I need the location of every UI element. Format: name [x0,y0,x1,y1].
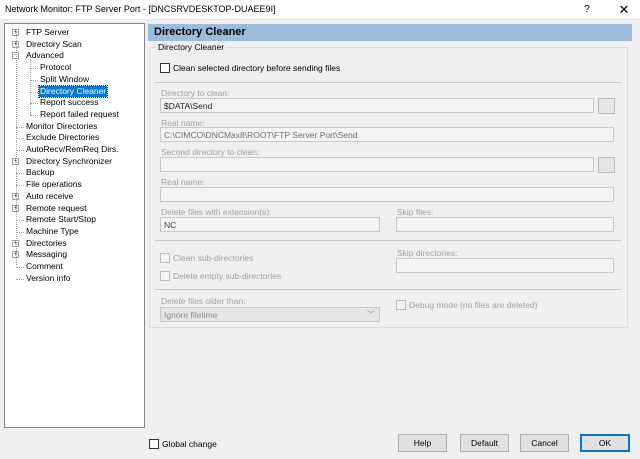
title-bar: Network Monitor: FTP Server Port - [DNCS… [0,0,640,20]
chevron-down-icon: ﹀ [367,310,375,319]
close-icon[interactable]: ✕ [610,1,638,19]
window-title: Network Monitor: FTP Server Port - [DNCS… [5,4,276,14]
skip-files-field[interactable] [396,217,614,232]
delete-older-select[interactable]: Ignore filetime ﹀ [160,307,380,322]
second-real-name-field [160,187,614,202]
skip-files-label: Skip files: [397,207,434,217]
tree-connector [16,267,24,268]
group-title: Directory Cleaner [156,42,227,52]
tree-item-backup[interactable]: Backup [25,167,55,178]
tree-item-directories[interactable]: Directories [25,238,68,249]
tree-item-auto-receive[interactable]: Auto receive [25,191,74,202]
delete-older-label: Delete files older than: [161,296,246,306]
global-change-label: Global change [162,439,217,449]
delete-older-value: Ignore filetime [164,310,218,320]
tree-connector [30,103,38,105]
clean-before-sending-label: Clean selected directory before sending … [173,63,341,73]
second-dir-field[interactable] [160,157,594,172]
tree-connector [16,126,24,128]
tree-connector [16,231,24,233]
skip-dirs-field[interactable] [396,258,614,273]
tree-connector [16,173,24,175]
debug-mode-label: Debug mode (no files are deleted) [409,300,538,310]
tree-connector [16,278,24,280]
tree-connector [30,91,38,93]
tree-item-ftp-server[interactable]: FTP Server [25,27,70,38]
tree-item-file-operations[interactable]: File operations [25,179,83,190]
cancel-button[interactable]: Cancel [520,434,569,452]
browse-dir-button[interactable] [598,98,615,114]
tree-item-messaging[interactable]: Messaging [25,249,68,260]
tree-connector [16,185,24,187]
tree-item-split-window[interactable]: Split Window [39,74,90,85]
tree-item-machine-type[interactable]: Machine Type [25,226,80,237]
tree-connector [16,220,24,222]
separator [155,82,621,83]
clean-subdirs-checkbox[interactable] [160,253,170,263]
tree-connector [16,150,24,151]
clean-subdirs-label: Clean sub-directories [173,253,254,263]
tree-item-protocol[interactable]: Protocol [39,62,72,73]
tree-connector [30,79,38,81]
page-header: Directory Cleaner [148,24,632,41]
debug-mode-checkbox[interactable] [396,300,406,310]
tree-item-autorecv-remreq-dirs[interactable]: AutoRecv/RemReq Dirs. [25,144,120,155]
help-button[interactable]: Help [398,434,447,452]
skip-dirs-label: Skip directories: [397,248,458,258]
real-name-field: C:\CIMCO\DNCMax8\ROOT\FTP Server Port\Se… [160,127,614,142]
tree-item-directory-synchronizer[interactable]: Directory Synchronizer [25,156,113,167]
tree-item-version-info[interactable]: Version info [25,273,71,284]
clean-before-sending-checkbox[interactable] [160,63,170,73]
tree-item-directory-cleaner[interactable]: Directory Cleaner [37,84,109,98]
tree-item-monitor-directories[interactable]: Monitor Directories [25,121,98,132]
settings-tree[interactable]: + FTP Server + Directory Scan − Advanced Proto… [4,23,145,428]
tree-item-remote-start-stop[interactable]: Remote Start/Stop [25,214,97,225]
tree-item-directory-scan[interactable]: Directory Scan [25,39,83,50]
second-real-name-label: Real name: [161,177,205,187]
delete-empty-subdirs-checkbox[interactable] [160,271,170,281]
delete-ext-label: Delete files with extension(s): [161,207,272,217]
tree-item-comment[interactable]: Comment [25,261,64,272]
tree-connector [30,59,31,115]
separator [155,240,621,241]
delete-ext-field[interactable]: NC [160,217,380,232]
tree-connector [30,114,38,116]
tree-connector [16,31,17,265]
dir-to-clean-label: Directory to clean: [161,88,230,98]
tree-item-report-failed-request[interactable]: Report failed request [39,109,120,120]
tree-connector [30,68,38,70]
default-button[interactable]: Default [460,434,509,452]
separator [155,289,621,290]
global-change-checkbox[interactable] [149,439,159,449]
tree-connector [16,138,24,140]
dir-to-clean-field[interactable]: $DATA\Send [160,98,594,113]
tree-item-report-success[interactable]: Report success [39,97,100,108]
delete-empty-subdirs-label: Delete empty sub-directories [173,271,282,281]
tree-item-remote-request[interactable]: Remote request [25,203,87,214]
browse-second-dir-button[interactable] [598,157,615,173]
second-dir-label: Second directory to clean: [161,147,260,157]
page-title: Directory Cleaner [154,26,246,38]
help-icon[interactable]: ? [575,1,599,19]
tree-item-exclude-directories[interactable]: Exclude Directories [25,132,100,143]
ok-button[interactable]: OK [580,434,630,452]
